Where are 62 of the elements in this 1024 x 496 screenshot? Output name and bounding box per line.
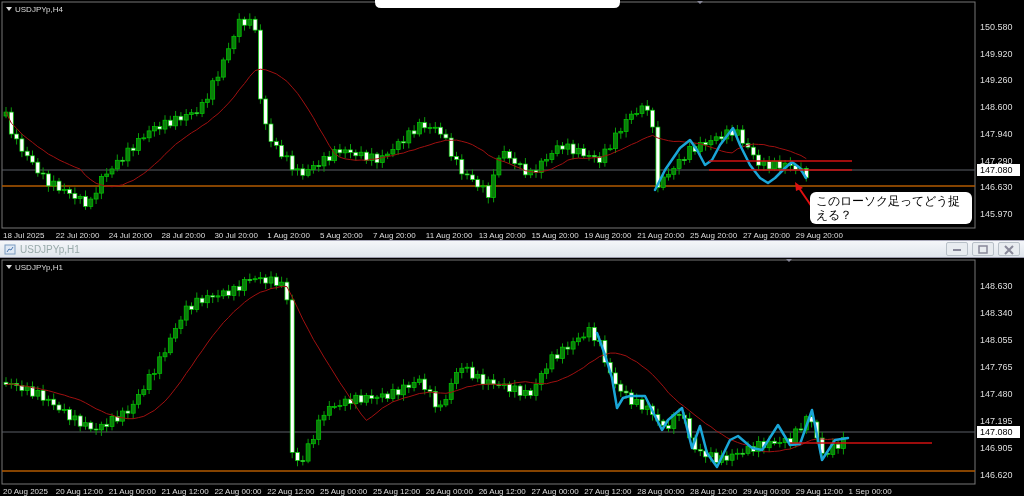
time-label: 21 Aug 20:00: [637, 231, 685, 240]
minimize-button[interactable]: [946, 242, 968, 256]
time-label: 22 Aug 00:00: [214, 487, 262, 496]
time-label: 22 Aug 12:00: [267, 487, 315, 496]
time-label: 15 Aug 20:00: [531, 231, 579, 240]
dropdown-icon[interactable]: [6, 265, 12, 269]
time-label: 7 Aug 20:00: [372, 231, 416, 240]
time-label: 27 Aug 20:00: [742, 231, 791, 240]
time-label: 28 Aug 00:00: [637, 487, 685, 496]
time-label: 1 Aug 20:00: [267, 231, 310, 240]
time-label: 1 Sep 00:00: [848, 487, 892, 496]
time-label: 25 Aug 12:00: [372, 487, 421, 496]
time-label: 11 Aug 20:00: [425, 231, 473, 240]
price-label: 148.055: [980, 335, 1013, 345]
price-label: 147.765: [980, 362, 1013, 372]
time-label: 21 Aug 00:00: [108, 487, 156, 496]
chart-symbol-label: USDJPYp,H1: [15, 263, 63, 272]
time-label: 27 Aug 00:00: [531, 487, 579, 496]
time-label: 27 Aug 12:00: [584, 487, 632, 496]
dropdown-icon[interactable]: [6, 7, 12, 11]
time-label: 20 Aug 12:00: [55, 487, 103, 496]
price-label: 147.195: [980, 416, 1013, 426]
window-title: USDJPYp,H1: [20, 242, 81, 257]
time-label: 29 Aug 20:00: [795, 231, 843, 240]
chart-window-icon: [4, 243, 16, 255]
price-label: 145.970: [980, 208, 1013, 219]
price-label: 147.480: [980, 389, 1013, 399]
price-label: 146.630: [980, 182, 1013, 193]
price-label: 149.920: [980, 48, 1013, 59]
current-price-tag: 147.080: [977, 426, 1020, 438]
price-label: 147.290: [980, 155, 1013, 166]
time-label: 20 Aug 2025: [3, 487, 48, 496]
time-label: 19 Aug 20:00: [584, 231, 632, 240]
time-label: 13 Aug 20:00: [478, 231, 526, 240]
time-label: 25 Aug 20:00: [690, 231, 738, 240]
time-label: 22 Jul 20:00: [55, 231, 100, 240]
close-button[interactable]: [998, 242, 1020, 256]
chart-symbol-label: USDJPYp,H4: [15, 5, 63, 14]
time-label: 29 Aug 00:00: [742, 487, 791, 496]
price-label: 147.940: [980, 128, 1013, 139]
price-label: 146.620: [980, 470, 1013, 480]
time-label: 25 Aug 00:00: [320, 487, 368, 496]
price-label: 149.260: [980, 75, 1013, 86]
price-label: 150.580: [980, 22, 1013, 32]
arrow-icon: [795, 182, 813, 208]
price-label: 148.600: [980, 102, 1013, 113]
time-label: 29 Aug 12:00: [795, 487, 843, 496]
time-label: 5 Aug 20:00: [320, 231, 363, 240]
time-label: 28 Aug 12:00: [690, 487, 738, 496]
current-price-tag: 147.080: [977, 164, 1020, 176]
price-label: 146.905: [980, 443, 1013, 453]
time-label: 21 Aug 12:00: [161, 487, 209, 496]
time-label: 30 Jul 20:00: [214, 231, 258, 240]
note-callout: このローソク足ってどう捉える？: [810, 192, 972, 224]
scroll-marker-icon[interactable]: [697, 1, 703, 4]
time-label: 18 Jul 2025: [3, 231, 45, 240]
price-label: 148.630: [980, 281, 1013, 291]
time-label: 26 Aug 12:00: [478, 487, 526, 496]
time-label: 24 Jul 20:00: [108, 231, 153, 240]
time-label: 26 Aug 00:00: [425, 487, 473, 496]
price-label: 148.340: [980, 308, 1013, 318]
time-label: 28 Jul 20:00: [161, 231, 206, 240]
